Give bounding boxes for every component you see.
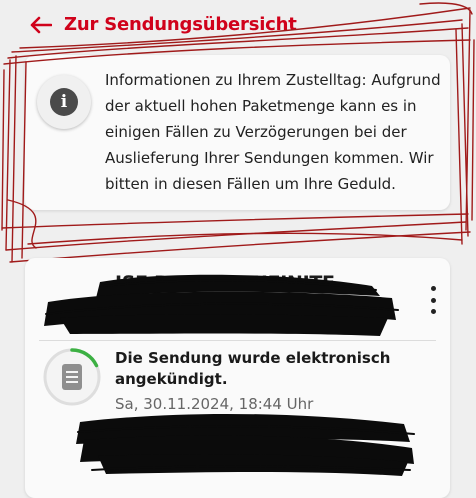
info-icon-glyph: i <box>50 88 78 116</box>
back-to-overview-link[interactable]: Zur Sendungsübersicht <box>30 14 297 35</box>
info-notice-card: i Informationen zu Ihrem Zustelltag: Auf… <box>25 55 450 210</box>
info-icon: i <box>37 75 91 129</box>
info-notice-text: Informationen zu Ihrem Zustelltag: Aufgr… <box>105 71 441 193</box>
divider <box>39 340 436 341</box>
status-date: Sa, 30.11.2024, 18:44 Uhr <box>115 395 314 413</box>
status-text: Die Sendung wurde elektronisch angekündi… <box>115 349 391 388</box>
back-link-label: Zur Sendungsübersicht <box>64 14 297 35</box>
status-progress-ring <box>43 348 101 406</box>
shipment-title: ISE RETURN INFINITE <box>115 272 335 294</box>
arrow-left-icon <box>30 16 52 33</box>
shipment-card[interactable]: ISE RETURN INFINITE Die Sendung wurde el… <box>25 258 450 498</box>
document-icon <box>62 364 82 390</box>
more-vertical-icon[interactable] <box>426 286 440 314</box>
